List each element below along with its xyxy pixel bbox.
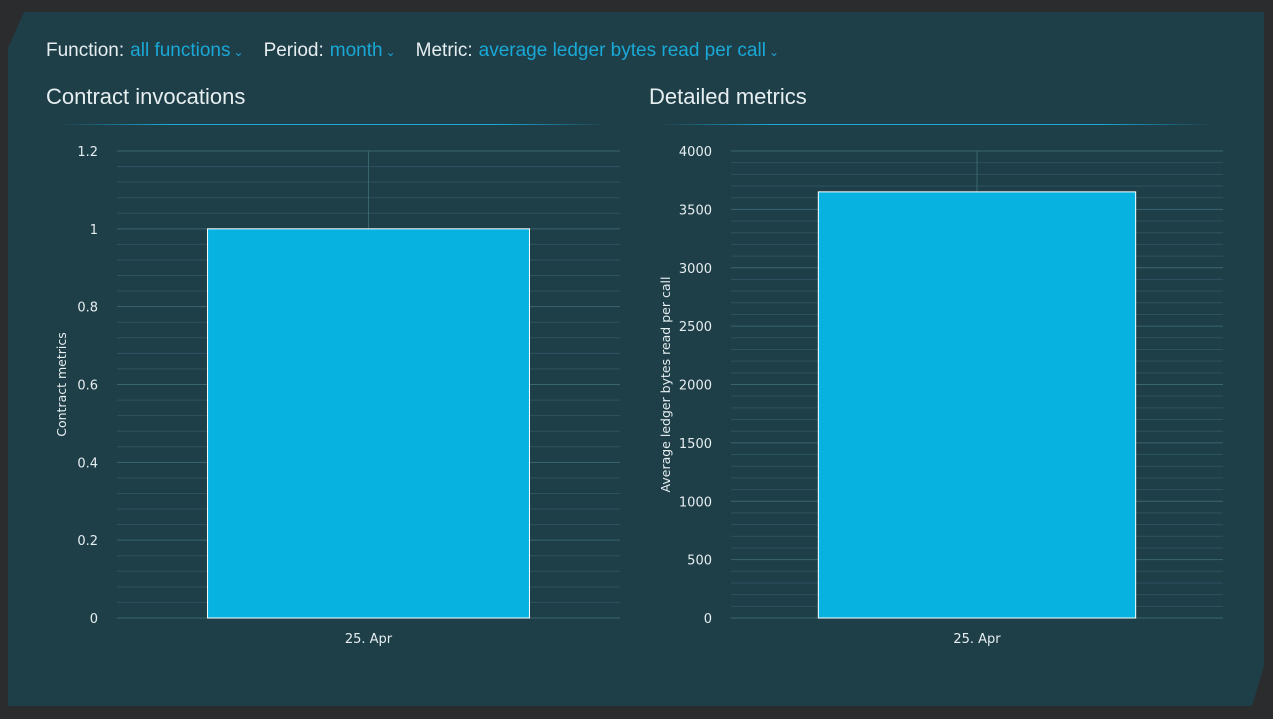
right-title-divider: [660, 124, 1212, 125]
function-filter-label: Function:: [46, 40, 125, 61]
chevron-down-icon[interactable]: ⌄: [386, 45, 396, 59]
metric-filter[interactable]: Metric: average ledger bytes read per ca…: [416, 40, 779, 62]
contract-invocations-title: Contract invocations: [46, 84, 246, 109]
filter-bar: Function: all functions ⌄ Period: month …: [46, 40, 799, 62]
detailed-metrics-title: Detailed metrics: [649, 84, 807, 109]
left-title-divider: [60, 124, 608, 125]
metric-filter-label: Metric:: [415, 40, 473, 61]
period-filter[interactable]: Period: month ⌄: [264, 40, 396, 62]
chevron-down-icon[interactable]: ⌄: [769, 45, 779, 59]
dashboard-panel: Function: all functions ⌄ Period: month …: [8, 12, 1264, 706]
chevron-down-icon[interactable]: ⌄: [234, 45, 244, 59]
function-filter[interactable]: Function: all functions ⌄: [46, 40, 244, 62]
period-filter-value[interactable]: month: [330, 40, 383, 62]
period-filter-label: Period:: [263, 40, 324, 61]
metric-filter-value[interactable]: average ledger bytes read per call: [479, 40, 766, 62]
function-filter-value[interactable]: all functions: [130, 40, 230, 62]
